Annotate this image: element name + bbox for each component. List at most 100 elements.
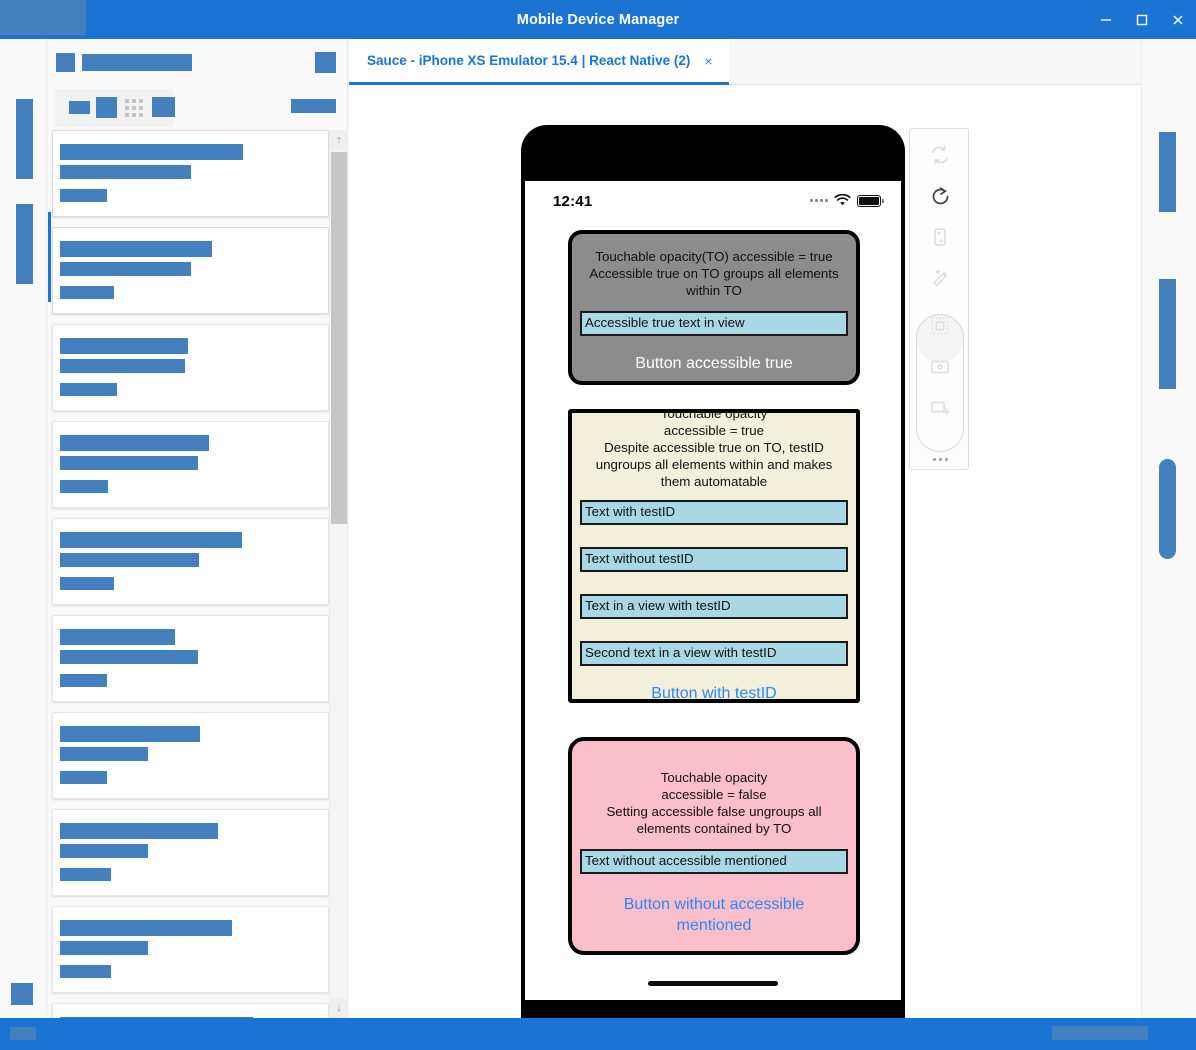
card-text-box-group: Text without accessible mentioned [572, 849, 856, 874]
scroll-down-arrow-icon[interactable]: ↓ [330, 998, 348, 1018]
card-button[interactable]: Button accessible true [572, 353, 856, 374]
rail-redacted-item[interactable] [16, 99, 33, 179]
accessible-true-card[interactable]: Touchable opacity(TO) accessible = true A… [568, 230, 860, 385]
rotate-icon[interactable] [920, 176, 960, 216]
device-list-item[interactable] [52, 712, 329, 799]
magic-wand-edit-icon[interactable] [920, 258, 960, 298]
device-item-redacted-text [60, 726, 200, 742]
device-list-scrollbar[interactable]: ↑ ↓ [329, 130, 348, 1018]
left-icon-rail [0, 39, 47, 1050]
battery-icon [857, 194, 884, 207]
device-item-redacted-text [60, 456, 198, 470]
toolbar-redacted-button[interactable] [96, 97, 117, 118]
cellular-signal-icon [810, 199, 828, 202]
card-description-line: within TO [686, 283, 742, 298]
select-element-icon[interactable] [920, 306, 960, 346]
fit-to-screen-icon[interactable] [920, 347, 960, 387]
scroll-up-arrow-icon[interactable]: ↑ [330, 130, 348, 150]
toolbar-redacted-button[interactable] [152, 97, 175, 117]
status-bar-time: 12:41 [553, 193, 593, 210]
device-item-redacted-text [60, 941, 148, 955]
toolbar-right-redacted-button[interactable] [291, 99, 336, 113]
tab-close-icon[interactable]: × [704, 54, 712, 68]
device-list-item[interactable] [52, 809, 329, 896]
panel-header-action-icon[interactable] [315, 52, 336, 73]
testid-card[interactable]: Touchable opacity accessible = true Despit… [568, 409, 860, 703]
card-button[interactable]: Button without accessible mentioned [572, 894, 856, 936]
card-text-box[interactable]: Text with testID [580, 500, 848, 525]
device-frame-icon[interactable] [920, 217, 960, 257]
device-list-item[interactable] [52, 518, 329, 605]
card-description-line: ungroups all elements within and makes [595, 457, 833, 472]
application-window: Mobile Device Manager ↑ ↓ Sauce - iPhone… [0, 0, 1196, 1050]
card-description-line: accessible = true [663, 423, 765, 438]
device-list-item[interactable] [52, 227, 329, 314]
device-list-header [48, 39, 348, 86]
main-content-area: Sauce - iPhone XS Emulator 15.4 | React … [349, 39, 1196, 1050]
device-item-redacted-text [60, 965, 111, 978]
device-item-redacted-text [60, 577, 114, 590]
device-item-redacted-text [60, 189, 107, 202]
toolbar-redacted-button[interactable] [69, 101, 90, 114]
phone-status-bar: 12:41 [525, 181, 901, 223]
device-action-toolbar [909, 128, 969, 470]
card-description-line: Setting accessible false ungroups all [606, 804, 822, 819]
device-item-redacted-text [60, 144, 243, 160]
panel-header-icon[interactable] [56, 53, 75, 72]
card-text-box[interactable]: Accessible true text in view [580, 311, 848, 336]
device-list-item[interactable] [52, 906, 329, 993]
card-description: Touchable opacity(TO) accessible = true A… [572, 248, 856, 299]
close-button[interactable] [1160, 0, 1196, 39]
device-item-redacted-text [60, 262, 191, 276]
device-screen[interactable]: 12:41 Touchable opacity(TO) accessible = [525, 181, 901, 1000]
card-description-line: them automatable [660, 474, 768, 489]
tab-device-session[interactable]: Sauce - iPhone XS Emulator 15.4 | React … [349, 39, 729, 85]
maximize-button[interactable] [1124, 0, 1160, 39]
home-indicator [648, 981, 778, 986]
device-list-item[interactable] [52, 421, 329, 508]
device-item-redacted-text [60, 868, 111, 881]
device-item-redacted-text [60, 823, 218, 839]
title-bar: Mobile Device Manager [0, 0, 1196, 39]
add-screenshot-icon[interactable] [920, 388, 960, 428]
card-description-line: elements contained by TO [636, 821, 792, 836]
card-description: Touchable opacity accessible = true Despit… [572, 413, 856, 490]
card-text-box[interactable]: Text in a view with testID [580, 594, 848, 619]
card-text-box-group: Text with testID Text without testID Text … [572, 500, 856, 666]
device-item-redacted-text [60, 435, 209, 451]
device-item-redacted-text [60, 844, 148, 858]
minimize-button[interactable] [1088, 0, 1124, 39]
window-controls [1088, 0, 1196, 39]
card-button[interactable]: Button with testID [572, 683, 856, 699]
tab-label: Sauce - iPhone XS Emulator 15.4 | React … [367, 53, 691, 68]
card-description-line: accessible = false [661, 787, 767, 802]
rail-redacted-item[interactable] [16, 204, 33, 284]
rail-redacted-chip[interactable] [11, 983, 33, 1005]
right-rail-scrollbar-thumb[interactable] [1159, 459, 1176, 559]
sync-icon[interactable] [920, 135, 960, 175]
device-item-redacted-text [60, 747, 148, 761]
device-item-redacted-text [60, 629, 175, 645]
tab-strip: Sauce - iPhone XS Emulator 15.4 | React … [349, 39, 1196, 85]
device-list-item[interactable] [52, 130, 329, 217]
right-rail-redacted-item[interactable] [1159, 279, 1176, 389]
accessible-false-card[interactable]: Touchable opacity accessible = false Setti… [568, 737, 860, 955]
device-list-item[interactable] [52, 1003, 329, 1018]
status-bar-redacted-chip-right [1052, 1026, 1148, 1040]
card-description-line: Touchable opacity(TO) accessible = true [595, 249, 833, 264]
grid-view-icon[interactable] [125, 99, 143, 117]
scrollbar-thumb[interactable] [331, 152, 347, 524]
device-item-redacted-text [60, 480, 108, 493]
right-rail-redacted-item[interactable] [1159, 132, 1176, 212]
device-list-item[interactable] [52, 324, 329, 411]
card-description-line: Accessible true on TO groups all element… [589, 266, 839, 281]
card-text-box[interactable]: Text without accessible mentioned [580, 849, 848, 874]
card-text-box[interactable]: Text without testID [580, 547, 848, 572]
device-item-redacted-text [60, 650, 198, 664]
device-list-panel: ↑ ↓ [48, 39, 348, 1018]
card-text-box[interactable]: Second text in a view with testID [580, 641, 848, 666]
device-list-scroll-area[interactable] [48, 130, 348, 1018]
device-list-item[interactable] [52, 615, 329, 702]
device-item-redacted-text [60, 771, 107, 784]
more-options-icon[interactable] [910, 447, 970, 471]
